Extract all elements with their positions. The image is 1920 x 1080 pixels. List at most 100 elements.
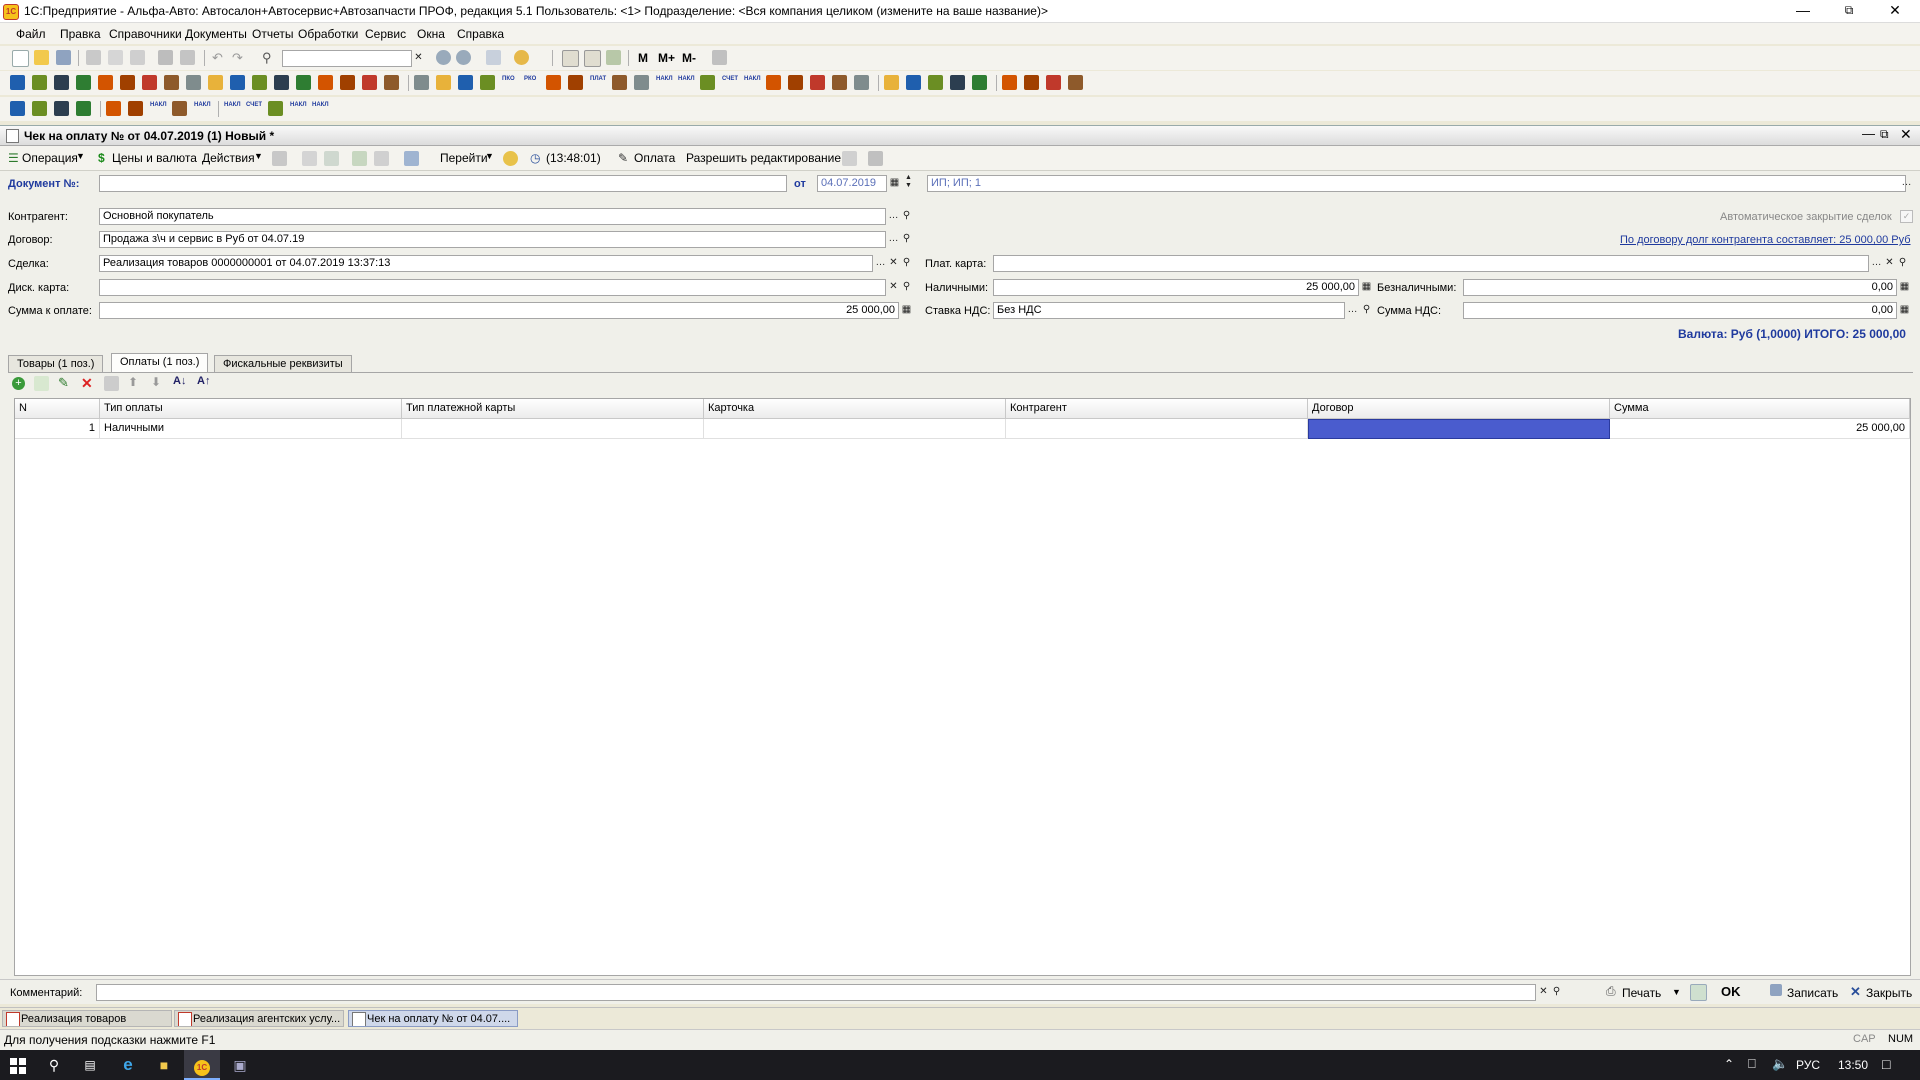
clear-icon[interactable]: ✕ (1537, 985, 1550, 1000)
menu-windows[interactable]: Окна (417, 27, 445, 41)
service-toolbar-icon-1[interactable] (10, 101, 25, 116)
remote-app-icon[interactable]: ▣ (222, 1050, 258, 1080)
time-button[interactable]: (13:48:01) (546, 151, 601, 165)
menu-help[interactable]: Справка (457, 27, 504, 41)
cell-n[interactable]: 1 (15, 419, 100, 439)
service-toolbar-icon-9[interactable]: НАКЛ (194, 101, 211, 116)
vat-sum-input[interactable]: 0,00 (1463, 302, 1897, 319)
column-header-contract[interactable]: Договор (1308, 399, 1610, 419)
column-header-payment-type[interactable]: Тип оплаты (100, 399, 402, 419)
unpost-icon[interactable] (374, 151, 389, 166)
documents-toolbar-icon-14[interactable] (296, 75, 311, 90)
chevron-down-icon[interactable]: ▼ (485, 151, 494, 161)
menu-documents[interactable]: Документы (185, 27, 247, 41)
column-header-sum[interactable]: Сумма (1610, 399, 1910, 419)
tab-fiscal[interactable]: Фискальные реквизиты (214, 355, 352, 372)
documents-toolbar-icon-22[interactable] (480, 75, 495, 90)
documents-toolbar-icon-11[interactable] (230, 75, 245, 90)
tools-icon[interactable] (712, 50, 727, 65)
service-toolbar-icon-3[interactable] (54, 101, 69, 116)
1c-app-icon[interactable]: 1С (184, 1050, 220, 1080)
ellipsis-button[interactable]: … (1870, 256, 1883, 271)
ellipsis-button[interactable]: … (887, 209, 900, 224)
close-button[interactable]: Закрыть (1866, 986, 1912, 1000)
allow-edit-button[interactable]: Разрешить редактирование (686, 151, 841, 165)
documents-toolbar-icon-47[interactable] (1046, 75, 1061, 90)
chevron-down-icon[interactable]: ▼ (254, 151, 263, 161)
service-toolbar-icon-14[interactable]: НАКЛ (312, 101, 329, 116)
preview-icon[interactable] (180, 50, 195, 65)
post-icon[interactable] (352, 151, 367, 166)
ok-button[interactable]: OK (1721, 984, 1741, 999)
documents-toolbar-icon-15[interactable] (318, 75, 333, 90)
documents-toolbar-icon-18[interactable] (384, 75, 399, 90)
documents-toolbar-icon-31[interactable]: НАКЛ (678, 75, 695, 90)
documents-toolbar-icon-28[interactable] (612, 75, 627, 90)
clear-icon[interactable]: ✕ (887, 256, 900, 271)
sort-desc-icon[interactable]: A↑ (197, 375, 210, 387)
documents-toolbar-icon-23[interactable]: ПКО (502, 75, 517, 90)
quick-search-input[interactable] (282, 50, 412, 67)
tree-icon[interactable] (842, 151, 857, 166)
search-icon[interactable]: ⚲ (1896, 256, 1909, 271)
documents-toolbar-icon-21[interactable] (458, 75, 473, 90)
network-icon[interactable]: ⎕ (1748, 1056, 1756, 1072)
save-icon[interactable] (56, 50, 71, 65)
notification-icon[interactable]: □ (1882, 1056, 1890, 1072)
search-icon[interactable]: ⚲ (900, 232, 913, 247)
search-icon[interactable]: ⚲ (900, 256, 913, 271)
service-toolbar-icon-7[interactable]: НАКЛ (150, 101, 167, 116)
documents-toolbar-icon-10[interactable] (208, 75, 223, 90)
documents-toolbar-icon-34[interactable]: НАКЛ (744, 75, 761, 90)
window-icon[interactable] (486, 50, 501, 65)
documents-toolbar-icon-19[interactable] (414, 75, 429, 90)
window-tab-agent[interactable]: Реализация агентских услу... (174, 1010, 344, 1027)
sort-asc-icon[interactable]: A↓ (173, 375, 186, 387)
chevron-down-icon[interactable]: ▼ (76, 151, 85, 161)
documents-toolbar-icon-5[interactable] (98, 75, 113, 90)
window-tab-receipt[interactable]: Чек на оплату № от 04.07.... (348, 1010, 518, 1027)
calculator-icon[interactable]: ▦ (1898, 280, 1911, 295)
search-icon[interactable]: ⚲ (900, 209, 913, 224)
windows-start-icon[interactable] (0, 1050, 36, 1080)
counterparty-input[interactable]: Основной покупатель (99, 208, 886, 225)
noncash-input[interactable]: 0,00 (1463, 279, 1897, 296)
close-icon[interactable]: ✕ (1872, 0, 1918, 22)
documents-toolbar-icon-30[interactable]: НАКЛ (656, 75, 673, 90)
redo-icon[interactable]: ↷ (232, 50, 247, 65)
column-header-n[interactable]: N (15, 399, 100, 419)
structure-icon[interactable] (404, 151, 419, 166)
service-toolbar-icon-2[interactable] (32, 101, 47, 116)
documents-toolbar-icon-37[interactable] (810, 75, 825, 90)
language-indicator[interactable]: РУС (1796, 1058, 1820, 1072)
documents-toolbar-icon-45[interactable] (1002, 75, 1017, 90)
debt-link[interactable]: По договору долг контрагента составляет:… (1620, 234, 1911, 246)
operation-button[interactable]: Операция (22, 151, 78, 165)
cell-sum[interactable]: 25 000,00 (1610, 419, 1910, 439)
service-toolbar-icon-11[interactable]: СЧЕТ (246, 101, 262, 116)
file-explorer-icon[interactable]: ■ (146, 1050, 182, 1080)
cell-counterparty[interactable] (1006, 419, 1308, 439)
memory-plus-button[interactable]: M+ (658, 51, 675, 65)
goto-button[interactable]: Перейти (440, 151, 488, 165)
date-spinner[interactable]: ▲ ▼ (902, 174, 915, 189)
tray-chevron-up-icon[interactable]: ⌃ (1724, 1057, 1734, 1071)
documents-toolbar-icon-3[interactable] (54, 75, 69, 90)
date-input[interactable]: 04.07.2019 (817, 175, 887, 192)
window-tab-sales[interactable]: Реализация товаров (2, 1010, 172, 1027)
service-toolbar-icon-6[interactable] (128, 101, 143, 116)
internet-explorer-icon[interactable]: e (110, 1050, 146, 1080)
contract-input[interactable]: Продажа з\ч и сервис в Руб от 04.07.19 (99, 231, 886, 248)
vat-rate-input[interactable]: Без НДС (993, 302, 1345, 319)
add-row-icon[interactable]: + (12, 377, 25, 390)
move-up-icon[interactable]: ⬆ (128, 375, 138, 389)
documents-toolbar-icon-9[interactable] (186, 75, 201, 90)
documents-toolbar-icon-44[interactable] (972, 75, 987, 90)
actions-button[interactable]: Действия (202, 151, 255, 165)
documents-toolbar-icon-27[interactable]: ПЛАТ (590, 75, 606, 90)
cell-payment-type[interactable]: Наличными (100, 419, 402, 439)
doc-restore-icon[interactable]: ⧉ (1880, 127, 1889, 142)
calculator-icon[interactable]: ▦ (1360, 280, 1373, 295)
documents-toolbar-icon-6[interactable] (120, 75, 135, 90)
edit-row-icon[interactable]: ✎ (58, 375, 69, 391)
